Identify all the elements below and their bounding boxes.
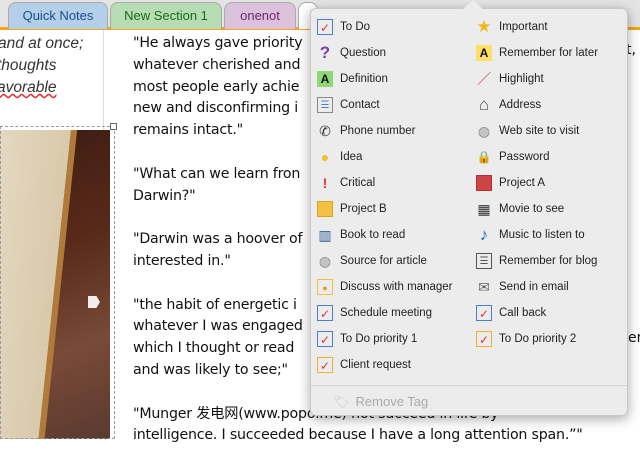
tab-onenot[interactable]: onenot [224, 2, 296, 29]
tag-label: Question [340, 47, 387, 59]
highlight-a-icon: A [476, 45, 492, 61]
tag-label: Remember for later [499, 47, 599, 59]
tag-item-password[interactable]: 🔒 Password [476, 145, 631, 169]
tag-label: To Do priority 2 [499, 333, 577, 345]
tag-label: Phone number [340, 125, 416, 137]
tag-item-book-to-read[interactable]: ▥ Book to read [317, 223, 472, 247]
tag-item-question[interactable]: ? Question [317, 41, 472, 65]
todo-checkbox-icon: ✓ [317, 19, 333, 35]
text-line: intelligence. I succeeded because I have… [133, 427, 583, 444]
tag-item-movie-to-see[interactable]: ▦ Movie to see [476, 197, 631, 221]
tag-item-to-do[interactable]: ✓ To Do [317, 15, 472, 39]
question-icon: ? [319, 43, 331, 62]
tag-label: Send in email [499, 281, 569, 293]
speech-bubble-icon: ☰ [476, 253, 492, 269]
resize-handle[interactable] [110, 123, 117, 130]
tag-label: Client request [340, 359, 411, 371]
lock-icon: 🔒 [476, 150, 492, 164]
tag-label: Highlight [499, 73, 544, 85]
book-icon: ▥ [318, 227, 332, 243]
globe-link-icon: ◍ [477, 123, 491, 139]
email-icon: ✉ [478, 279, 490, 295]
tag-item-schedule-meeting[interactable]: ✓ Schedule meeting [317, 301, 472, 325]
text-line: and at once; [0, 35, 84, 52]
tag-item-music-to-listen-to[interactable]: ♪ Music to listen to [476, 223, 631, 247]
tag-item-call-back[interactable]: ✓ Call back [476, 301, 631, 325]
yellow-square-icon [317, 201, 333, 217]
menu-separator [311, 385, 627, 386]
client-request-icon: ✓ [317, 357, 333, 373]
person-icon: ● [317, 279, 333, 295]
lightbulb-icon: ● [320, 149, 330, 165]
tag-item-highlight[interactable]: ／ Highlight [476, 67, 631, 91]
tag-item-to-do-priority-1[interactable]: ✓ To Do priority 1 [317, 327, 472, 351]
tag-label: Schedule meeting [340, 307, 433, 319]
film-icon: ▦ [477, 201, 491, 217]
tag-item-important[interactable]: ★ Important [476, 15, 631, 39]
image-selection-border [0, 126, 115, 439]
arrow-checkbox-icon: ✓ [317, 305, 333, 321]
tab-new-section-1[interactable]: New Section 1 [110, 2, 222, 29]
tab-quick-notes[interactable]: Quick Notes [8, 2, 108, 29]
tag-label: Critical [340, 177, 376, 189]
tag-item-definition[interactable]: A Definition [317, 67, 472, 91]
contact-card-icon: ☰ [317, 97, 333, 113]
tag-item-phone-number[interactable]: ✆ Phone number [317, 119, 472, 143]
globe-link-icon: ◍ [318, 253, 332, 269]
priority-1-icon: ✓ [317, 331, 333, 347]
phone-icon: ✆ [319, 123, 331, 139]
tag-item-to-do-priority-2[interactable]: ✓ To Do priority 2 [476, 327, 631, 351]
tag-label: To Do [340, 21, 371, 33]
tag-icon: 🏷 [333, 394, 350, 409]
arrow-checkbox-icon: ✓ [476, 305, 492, 321]
tag-item-source-for-article[interactable]: ◍ Source for article [317, 249, 472, 273]
tag-item-contact[interactable]: ☰ Contact [317, 93, 472, 117]
tag-item-discuss-with-manager[interactable]: ● Discuss with manager [317, 275, 472, 299]
star-icon: ★ [476, 17, 492, 36]
tag-item-project-a[interactable]: Project A [476, 171, 631, 195]
tag-label: Project A [499, 177, 546, 189]
tag-label: Web site to visit [499, 125, 580, 137]
tag-label: Definition [340, 73, 388, 85]
marker-icon: ／ [477, 71, 491, 87]
tag-item-client-request[interactable]: ✓ Client request [317, 353, 472, 377]
tag-label: Call back [499, 307, 547, 319]
tag-label: Address [499, 99, 542, 111]
tag-item-remember-for-blog[interactable]: ☰ Remember for blog [476, 249, 631, 273]
music-note-icon: ♪ [479, 225, 489, 244]
tag-label: Password [499, 151, 550, 163]
tag-item-web-site-to-visit[interactable]: ◍ Web site to visit [476, 119, 631, 143]
tag-item-address[interactable]: ⌂ Address [476, 93, 631, 117]
tag-label: Source for article [340, 255, 427, 267]
tag-label: Remember for blog [499, 255, 598, 267]
definition-icon: A [317, 71, 333, 87]
tag-label: Project B [340, 203, 387, 215]
text-line: avorable [0, 79, 57, 96]
tag-label: Idea [340, 151, 363, 163]
tag-label: Contact [340, 99, 380, 111]
left-note-text: and at once; thoughts avorable [0, 33, 103, 99]
priority-2-icon: ✓ [476, 331, 492, 347]
tag-label: Discuss with manager [340, 281, 453, 293]
tag-label: Movie to see [499, 203, 565, 215]
text-line: thoughts [0, 57, 57, 74]
tag-label: Music to listen to [499, 229, 585, 241]
tag-label: Important [499, 21, 548, 33]
house-icon: ⌂ [478, 95, 490, 114]
tag-menu-popup: ✓ To Do? Question A Definition ☰ Contact ✆ Phone… [310, 0, 631, 416]
tag-label: Book to read [340, 229, 406, 241]
tag-label: To Do priority 1 [340, 333, 418, 345]
red-square-icon [476, 175, 492, 191]
tag-item-critical[interactable]: ! Critical [317, 171, 472, 195]
tag-item-idea[interactable]: ● Idea [317, 145, 472, 169]
exclamation-icon: ! [322, 175, 328, 191]
tag-item-remember-for-later[interactable]: A Remember for later [476, 41, 631, 65]
remove-tag-button[interactable]: 🏷 Remove Tag [333, 391, 428, 413]
tag-item-project-b[interactable]: Project B [317, 197, 472, 221]
tag-item-send-in-email[interactable]: ✉ Send in email [476, 275, 631, 299]
